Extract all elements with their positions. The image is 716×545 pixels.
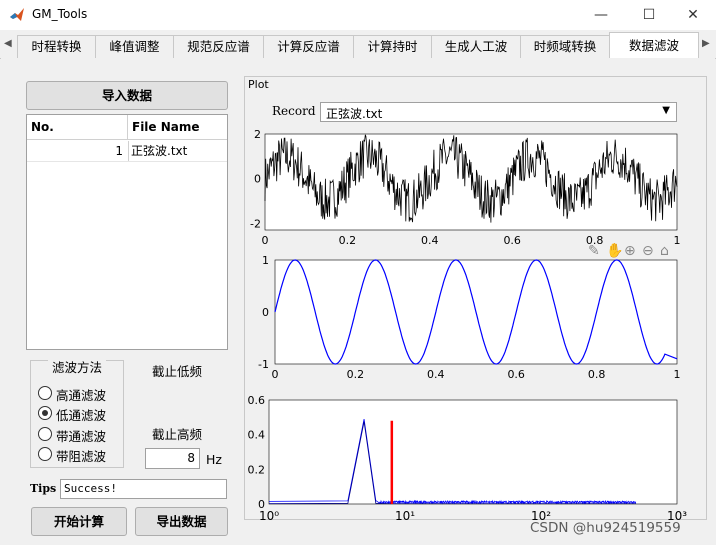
x-tick-label-spectrum: 10¹ [395,509,415,523]
y-tick-label-raw: -2 [250,217,261,230]
y-tick-label-spectrum: 0.6 [248,394,266,407]
x-tick-label-filtered: 0.4 [427,368,445,381]
watermark: CSDN @hu924519559 [530,520,681,536]
charts-layer: 0 0.2 0.4 0.6 0.8 120-20 0.2 0.4 0.6 0.8 110-110⁰ 1… [248,128,688,523]
x-tick-label-raw: 0 [262,234,269,247]
x-tick-label-filtered: 0.8 [588,368,606,381]
y-tick-label-spectrum: 0 [258,498,265,511]
y-tick-label-raw: 2 [254,128,261,141]
x-tick-label-raw: 0.8 [586,234,604,247]
y-tick-label-raw: 0 [254,173,261,186]
plot-axes-spectrum [268,399,678,505]
x-tick-label-filtered: 0 [272,368,279,381]
x-tick-label-filtered: 1 [674,368,681,381]
plot-axes-raw [264,133,678,231]
y-tick-label-spectrum: 0.2 [248,463,266,476]
y-tick-label-filtered: 0 [262,306,269,319]
y-tick-label-filtered: 1 [262,254,269,267]
x-tick-label-raw: 0.6 [503,234,521,247]
x-tick-label-filtered: 0.6 [507,368,525,381]
x-tick-label-spectrum: 10⁰ [259,509,279,523]
y-tick-label-spectrum: 0.4 [248,429,266,442]
x-tick-label-raw: 0.4 [421,234,439,247]
x-tick-label-filtered: 0.2 [347,368,365,381]
x-tick-label-raw: 1 [674,234,681,247]
y-tick-label-filtered: -1 [258,358,269,371]
x-tick-label-raw: 0.2 [339,234,357,247]
